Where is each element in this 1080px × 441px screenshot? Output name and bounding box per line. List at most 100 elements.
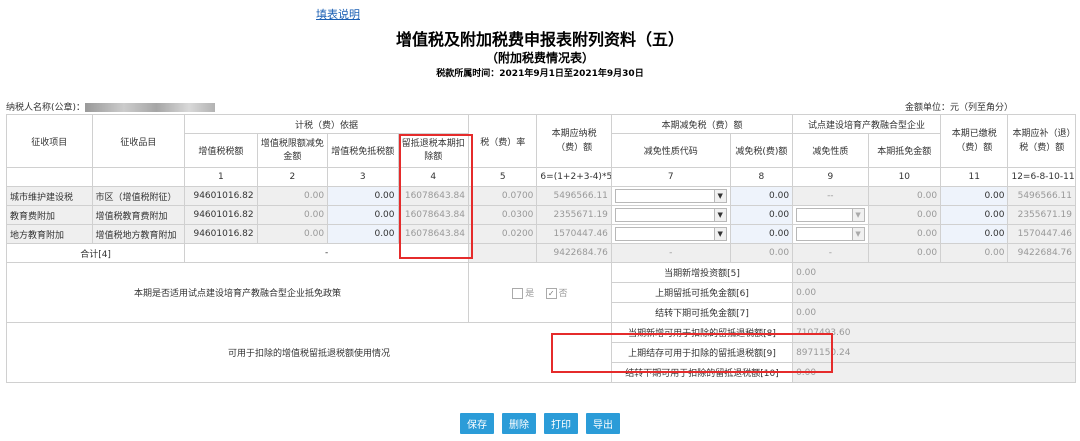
col-refund: 本期应补（退）税（费）额 xyxy=(1007,114,1076,168)
refund-cell: 5496566.11 xyxy=(1007,186,1076,206)
chevron-down-icon[interactable]: ▼ xyxy=(713,190,726,202)
col-number: 5 xyxy=(467,167,538,187)
col-number: 2 xyxy=(256,167,329,187)
col-rate: 税（费）率 xyxy=(467,114,538,168)
form-subtitle: （附加税费情况表） xyxy=(485,51,594,65)
limit-reduction-cell: 0.00 xyxy=(256,205,329,225)
row-item: 地方教育附加 xyxy=(6,224,93,244)
paid-input[interactable]: 0.00 xyxy=(940,224,1009,244)
reduction-amount-input[interactable]: 0.00 xyxy=(729,186,794,206)
new-investment-label: 当期新增投资额[5] xyxy=(610,262,794,283)
pilot-offset-cell: 0.00 xyxy=(867,186,942,206)
pilot-nature-select[interactable]: ▼ xyxy=(792,224,869,244)
total-paid: 0.00 xyxy=(940,243,1009,263)
taxpayer-label: 纳税人名称(公章)： xyxy=(6,103,86,113)
surcharge-table: 征收项目 征收品目 计税（费）依据 税（费）率 本期应纳税（费）额 本期减免税（… xyxy=(5,114,1076,383)
total-label: 合计[4] xyxy=(5,243,186,263)
vat-amount-cell: 94601016.82 xyxy=(184,224,258,244)
col-pilot-group: 试点建设培育产教融合型企业 xyxy=(792,114,942,134)
row-item: 教育费附加 xyxy=(6,205,93,225)
col-item: 征收项目 xyxy=(6,114,93,168)
col-pilot-offset: 本期抵免金额 xyxy=(867,133,942,168)
col-number: 6=(1+2+3-4)*5 xyxy=(536,167,612,187)
export-button[interactable]: 导出 xyxy=(586,413,620,434)
col-number: 12=6-8-10-11 xyxy=(1007,167,1076,187)
exempt-offset-input[interactable]: 0.00 xyxy=(327,186,399,206)
new-refund-deduct-value: 7107493.60 xyxy=(792,322,1076,343)
rate-cell: 0.0300 xyxy=(467,205,538,225)
total-row: 合计[4] - 9422684.76 - 0.00 - 0.00 0.00 94… xyxy=(5,243,1076,263)
col-basis-group: 计税（费）依据 xyxy=(184,114,469,134)
table-row: 教育费附加 增值税教育费附加 94601016.82 0.00 0.00 160… xyxy=(6,205,1076,225)
reduction-amount-input[interactable]: 0.00 xyxy=(729,224,794,244)
col-reduction-group: 本期减免税（费）额 xyxy=(610,114,794,134)
col-reduction-amount: 减免税(费)额 xyxy=(729,133,794,168)
no-checkbox[interactable]: ✓ xyxy=(545,288,557,299)
row-sub-item: 增值税地方教育附加 xyxy=(91,224,186,244)
refund-cell: 2355671.19 xyxy=(1007,205,1076,225)
chevron-down-icon[interactable]: ▼ xyxy=(713,209,726,221)
col-vat-exempt-offset: 增值税免抵税额 xyxy=(327,133,399,168)
rate-cell: 0.0200 xyxy=(467,224,538,244)
refund-deduct-column-highlight xyxy=(399,134,473,259)
reduction-code-select[interactable]: ▼ xyxy=(610,224,731,244)
total-pilot-nature: - xyxy=(792,243,869,263)
form-title: 增值税及附加税费申报表附列资料（五） xyxy=(395,30,684,49)
reduction-amount-input[interactable]: 0.00 xyxy=(729,205,794,225)
col-sub-item: 征收品目 xyxy=(91,114,186,168)
col-vat-amount: 增值税税额 xyxy=(184,133,258,168)
row-sub-item: 增值税教育费附加 xyxy=(91,205,186,225)
carry-forward-credit-value: 0.00 xyxy=(792,302,1076,323)
paid-input[interactable]: 0.00 xyxy=(940,186,1009,206)
pilot-nature-cell: -- xyxy=(792,186,869,206)
chevron-down-icon[interactable]: ▼ xyxy=(851,228,864,240)
reduction-code-select[interactable]: ▼ xyxy=(610,186,731,206)
policy-question: 本期是否适用试点建设培育产教融合型企业抵免政策 xyxy=(6,262,469,323)
fill-instructions-link[interactable]: 填表说明 xyxy=(316,6,360,22)
taxpayer-name: 纳税人名称(公章)： xyxy=(6,100,216,113)
col-payable: 本期应纳税（费）额 xyxy=(536,114,612,168)
action-bar: 保存 删除 打印 导出 xyxy=(0,413,1080,434)
chevron-down-icon[interactable]: ▼ xyxy=(713,228,726,240)
new-investment-value: 0.00 xyxy=(792,262,1076,283)
total-refund: 9422684.76 xyxy=(1007,243,1076,263)
refund-cell: 1570447.46 xyxy=(1007,224,1076,244)
refund-usage-label: 可用于扣除的增值税留抵退税额使用情况 xyxy=(6,322,612,383)
yes-label: 是 xyxy=(525,289,535,299)
col-number: 7 xyxy=(610,167,731,187)
total-pilot-offset: 0.00 xyxy=(867,243,942,263)
prior-credit-label: 上期留抵可抵免金额[6] xyxy=(610,282,794,303)
chevron-down-icon[interactable]: ▼ xyxy=(851,209,864,221)
yes-checkbox[interactable] xyxy=(512,288,524,299)
col-vat-limit-reduction: 增值税限额减免金额 xyxy=(256,133,329,168)
tax-period: 税款所属时间：2021年9月1日至2021年9月30日 xyxy=(436,69,644,79)
table-row: 地方教育附加 增值税地方教育附加 94601016.82 0.00 0.00 1… xyxy=(6,224,1076,244)
paid-input[interactable]: 0.00 xyxy=(940,205,1009,225)
limit-reduction-cell: 0.00 xyxy=(256,186,329,206)
row-sub-item: 市区（增值税附征） xyxy=(91,186,186,206)
delete-button[interactable]: 删除 xyxy=(502,413,536,434)
col-number: 3 xyxy=(327,167,399,187)
save-button[interactable]: 保存 xyxy=(460,413,494,434)
print-button[interactable]: 打印 xyxy=(544,413,578,434)
pilot-offset-cell: 0.00 xyxy=(867,205,942,225)
total-reduction: 0.00 xyxy=(729,243,794,263)
prior-credit-value: 0.00 xyxy=(792,282,1076,303)
total-payable: 9422684.76 xyxy=(536,243,612,263)
reduction-code-select[interactable]: ▼ xyxy=(610,205,731,225)
rate-cell: 0.0700 xyxy=(467,186,538,206)
pilot-nature-select[interactable]: ▼ xyxy=(792,205,869,225)
total-code: - xyxy=(610,243,731,263)
payable-cell: 1570447.46 xyxy=(536,224,612,244)
col-reduction-code: 减免性质代码 xyxy=(610,133,731,168)
exempt-offset-input[interactable]: 0.00 xyxy=(327,224,399,244)
vat-amount-cell: 94601016.82 xyxy=(184,186,258,206)
exempt-offset-input[interactable]: 0.00 xyxy=(327,205,399,225)
carry-refund-balance-value: 0.00 xyxy=(792,362,1076,383)
limit-reduction-cell: 0.00 xyxy=(256,224,329,244)
payable-cell: 2355671.19 xyxy=(536,205,612,225)
col-number: 1 xyxy=(184,167,258,187)
col-number: 10 xyxy=(867,167,942,187)
prior-refund-balance-value: 8971150.24 xyxy=(792,342,1076,363)
col-number: 11 xyxy=(940,167,1009,187)
